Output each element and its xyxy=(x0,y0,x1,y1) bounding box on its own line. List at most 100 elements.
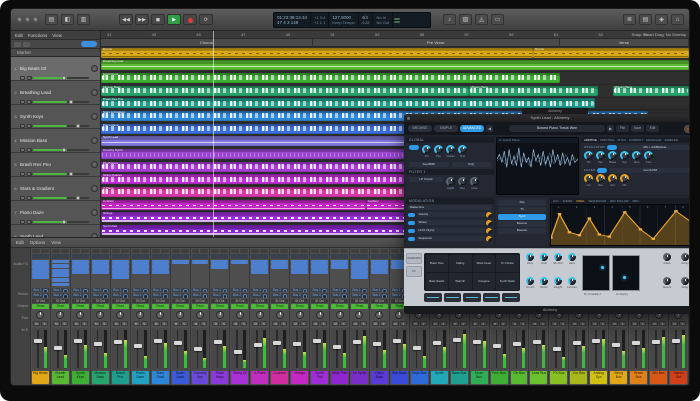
insert-slot[interactable] xyxy=(52,278,69,282)
pan-knob[interactable] xyxy=(116,311,124,319)
fader-cap[interactable] xyxy=(672,339,680,343)
insert-slot[interactable] xyxy=(331,260,348,264)
insert-slot[interactable] xyxy=(92,260,109,264)
fader[interactable] xyxy=(132,328,149,371)
setting-button[interactable] xyxy=(32,249,40,253)
insert-slot[interactable] xyxy=(52,260,69,264)
setting-button[interactable] xyxy=(251,249,259,253)
solo-button[interactable]: S xyxy=(559,321,566,326)
fader-cap[interactable] xyxy=(433,341,441,345)
knob-vol[interactable]: Vol xyxy=(584,151,593,164)
media-browser-icon[interactable]: ⌂ xyxy=(671,14,684,25)
insert-slot[interactable] xyxy=(311,269,328,273)
knob-mix[interactable]: Mix xyxy=(620,174,629,187)
solo-button[interactable]: S xyxy=(659,321,666,326)
pan-knob[interactable] xyxy=(136,311,144,319)
region[interactable]: Drums xyxy=(533,48,689,58)
save-button[interactable]: Save xyxy=(631,125,644,132)
trigger-mode-dropdown[interactable]: Key/MIDI xyxy=(409,162,449,167)
solo-button[interactable]: S xyxy=(41,321,48,326)
pan-knob[interactable] xyxy=(156,311,164,319)
knob-icon[interactable] xyxy=(663,253,671,261)
region[interactable]: Synth Keys xyxy=(101,73,560,83)
solo-button[interactable]: S xyxy=(500,321,507,326)
setting-button[interactable] xyxy=(92,249,100,253)
fader[interactable] xyxy=(391,328,408,371)
global-toggle[interactable] xyxy=(409,145,419,150)
output-slot[interactable]: St Out xyxy=(52,299,69,304)
channel-name-label[interactable]: Bass Bus xyxy=(451,371,468,384)
insert-slot[interactable] xyxy=(72,260,89,264)
mute-button[interactable]: M xyxy=(192,321,199,326)
fader-cap[interactable] xyxy=(533,340,541,344)
pan-knob[interactable] xyxy=(91,113,98,120)
pan-knob[interactable] xyxy=(296,311,304,319)
mute-button[interactable]: M xyxy=(232,321,239,326)
knob-vol[interactable]: Vol xyxy=(422,145,431,158)
channel-name-label[interactable]: Mix Bus xyxy=(650,371,667,384)
automation-mode[interactable]: Read xyxy=(371,304,388,309)
track-header[interactable]: 4 Mission Bass M S xyxy=(11,129,100,153)
solo-button[interactable]: S xyxy=(639,321,646,326)
setting-button[interactable] xyxy=(391,249,399,253)
fader[interactable] xyxy=(311,328,328,371)
mod-row[interactable]: LFO1 (Sync) xyxy=(406,227,494,235)
knob-icon[interactable] xyxy=(681,277,689,285)
insert-slot[interactable] xyxy=(251,260,268,264)
automation-mode[interactable]: Read xyxy=(291,304,308,309)
send-slot[interactable]: Bus 2 xyxy=(271,293,288,298)
cycle-button[interactable]: ⟳ xyxy=(199,14,213,25)
automation-mode[interactable]: Read xyxy=(112,304,129,309)
gain-button[interactable] xyxy=(81,249,89,253)
solo-button[interactable]: S xyxy=(27,172,32,176)
mute-button[interactable]: M xyxy=(531,321,538,326)
pan-knob[interactable] xyxy=(176,311,184,319)
output-slot[interactable]: St Out xyxy=(331,299,348,304)
fader[interactable] xyxy=(211,328,228,371)
channel-name-label[interactable]: Air Synth xyxy=(351,371,368,384)
fader[interactable] xyxy=(530,328,547,371)
mute-button[interactable]: M xyxy=(272,321,279,326)
send-slot[interactable]: Bus 2 xyxy=(152,293,169,298)
insert-slot[interactable] xyxy=(152,269,169,273)
transform-pad-cell[interactable]: Wind Coast xyxy=(473,255,496,272)
mute-button[interactable]: M xyxy=(332,321,339,326)
send-slot[interactable]: Bus 2 xyxy=(311,293,328,298)
perform-knob[interactable]: Mix Rnd xyxy=(551,253,565,277)
output-slot[interactable]: St Out xyxy=(32,299,49,304)
solo-button[interactable]: S xyxy=(599,321,606,326)
solo-button[interactable]: S xyxy=(400,321,407,326)
additive-filter-toggle[interactable] xyxy=(597,168,607,173)
channel-strip[interactable]: Bus 1 Bus 2 St Out Read MS Stars Grad xyxy=(151,248,171,385)
pan-knob[interactable] xyxy=(256,311,264,319)
knob-icon[interactable] xyxy=(470,177,479,186)
instrument-slot[interactable] xyxy=(92,254,109,259)
fader[interactable] xyxy=(431,328,448,371)
setting-button[interactable] xyxy=(172,249,180,253)
tab-spectral[interactable]: SPECTRAL xyxy=(600,138,615,142)
fader-cap[interactable] xyxy=(214,340,222,344)
solo-button[interactable]: S xyxy=(27,196,32,200)
master-volume-icon[interactable]: ▭ xyxy=(491,14,504,25)
fader-cap[interactable] xyxy=(273,341,281,345)
channel-name-label[interactable]: Vox Bus xyxy=(570,371,587,384)
volume-slider[interactable] xyxy=(33,197,89,200)
insert-slot[interactable] xyxy=(132,260,149,264)
setting-button[interactable] xyxy=(52,249,60,253)
insert-slot[interactable] xyxy=(291,260,308,264)
output-slot[interactable]: St Out xyxy=(311,299,328,304)
insert-slot[interactable] xyxy=(52,264,69,268)
mute-button[interactable]: M xyxy=(492,321,499,326)
oscillator-knobs[interactable]: VolPanPhaseSymNumTune xyxy=(584,151,653,164)
channel-strip[interactable]: Bus 1 Bus 2 St Out Read MS Brash Pno xyxy=(111,248,131,385)
channel-name-label[interactable]: Piano Daze xyxy=(132,371,149,384)
fader-cap[interactable] xyxy=(134,344,142,348)
perform-tab-perform[interactable]: PERFORM xyxy=(406,253,422,264)
knob-icon[interactable] xyxy=(540,253,548,261)
perform-knob[interactable]: Reson xyxy=(537,277,551,301)
fader-cap[interactable] xyxy=(413,346,421,350)
knob-coarse[interactable]: Coarse xyxy=(446,145,455,158)
fader[interactable] xyxy=(550,328,567,371)
lfo-control-1[interactable]: Tri xyxy=(498,207,546,213)
env-tab-midi[interactable]: MIDI xyxy=(633,199,639,203)
